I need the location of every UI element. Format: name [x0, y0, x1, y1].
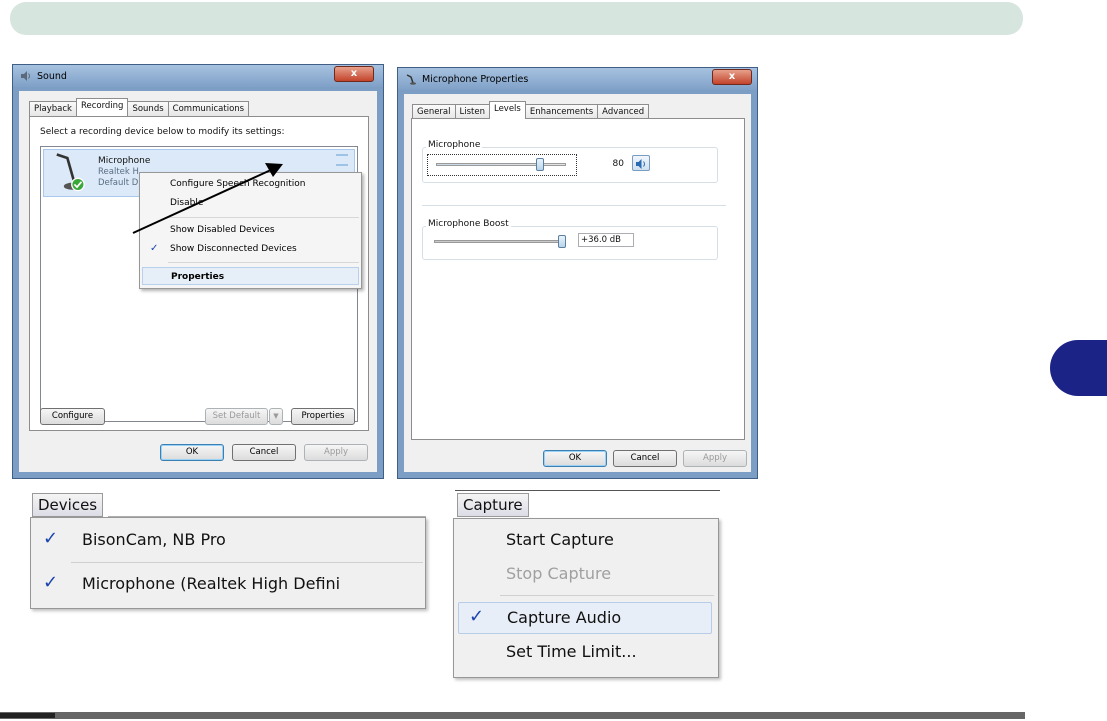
level-meter [336, 154, 348, 166]
menu-item-bisoncam-label: BisonCam, NB Pro [82, 530, 226, 549]
menu-separator [168, 262, 359, 263]
properties-button[interactable]: Properties [291, 408, 355, 425]
menu-item-microphone[interactable]: ✓ Microphone (Realtek High Defini [33, 566, 423, 602]
menu-item-stop-capture: Stop Capture [506, 564, 612, 583]
check-icon: ✓ [43, 572, 59, 593]
capture-menu-label[interactable]: Capture [457, 493, 529, 517]
boost-value: +36.0 dB [578, 233, 634, 247]
ok-button[interactable]: OK [160, 444, 224, 461]
footer-rule [0, 712, 1025, 719]
speaker-icon [636, 159, 645, 169]
set-default-button: Set Default [205, 408, 268, 425]
check-icon: ✓ [150, 243, 159, 254]
menu-separator [71, 562, 423, 563]
tab-enhancements[interactable]: Enhancements [524, 104, 599, 119]
apply-button: Apply [304, 444, 368, 461]
boost-slider-thumb[interactable] [558, 235, 566, 248]
tab-general[interactable]: General [412, 104, 456, 119]
capture-menu: Start Capture Stop Capture ✓ Capture Aud… [453, 518, 719, 678]
footer-rule-accent [0, 713, 55, 718]
close-button[interactable]: x [712, 69, 752, 85]
microphone-icon [406, 74, 416, 85]
instruction-text: Select a recording device below to modif… [40, 127, 285, 137]
mute-toggle[interactable] [632, 155, 650, 171]
microphone-slider-thumb[interactable] [536, 158, 544, 171]
menu-item-capture-audio[interactable]: ✓ Capture Audio [458, 602, 712, 634]
ok-button[interactable]: OK [543, 450, 607, 467]
menu-item-start-capture[interactable]: Start Capture [506, 524, 614, 556]
microphone-icon [56, 153, 85, 192]
menu-item-bisoncam[interactable]: ✓ BisonCam, NB Pro [33, 522, 423, 558]
menu-item-set-time-limit[interactable]: Set Time Limit... [506, 636, 637, 668]
tab-playback[interactable]: Playback [29, 101, 77, 116]
menu-item-capture-audio-label: Capture Audio [507, 608, 622, 627]
microphone-slider[interactable] [427, 154, 577, 176]
boost-slider-track [434, 240, 562, 243]
sound-titlebar[interactable] [13, 65, 383, 87]
mic-client: General Listen Levels Enhancements Advan… [404, 94, 751, 472]
microphone-slider-track [436, 163, 566, 166]
menu-item-show-disconnected-label: Show Disconnected Devices [170, 244, 297, 254]
sound-title: Sound [37, 71, 67, 82]
devices-menu-label[interactable]: Devices [32, 493, 104, 517]
microphone-label: Microphone [426, 140, 483, 150]
divider [422, 205, 726, 206]
check-icon: ✓ [43, 528, 59, 549]
tab-sounds[interactable]: Sounds [127, 101, 169, 116]
chapter-tab [1050, 340, 1107, 396]
tab-communications[interactable]: Communications [167, 101, 250, 116]
apply-button: Apply [683, 450, 747, 467]
speaker-icon [21, 71, 30, 81]
cancel-button[interactable]: Cancel [613, 450, 677, 467]
boost-slider[interactable] [434, 233, 574, 251]
boost-label: Microphone Boost [426, 219, 511, 229]
menu-separator [500, 595, 714, 596]
mic-tabs: General Listen Levels Enhancements Advan… [412, 101, 650, 119]
menu-bar-line [455, 490, 720, 491]
microphone-value: 80 [612, 159, 624, 169]
header-bar [10, 2, 1023, 35]
menu-item-microphone-label: Microphone (Realtek High Defini [82, 574, 341, 593]
check-icon: ✓ [469, 606, 485, 627]
mic-properties-dialog: Microphone Properties x General Listen L… [397, 67, 758, 479]
cancel-button[interactable]: Cancel [232, 444, 296, 461]
tab-advanced[interactable]: Advanced [597, 104, 650, 119]
tab-recording[interactable]: Recording [75, 98, 129, 116]
mic-title: Microphone Properties [422, 74, 529, 85]
chevron-down-icon: ▼ [273, 412, 279, 420]
tab-listen[interactable]: Listen [454, 104, 490, 119]
levels-panel: Microphone 80 Microphone Boost +36.0 dB [411, 118, 745, 440]
tab-levels[interactable]: Levels [488, 101, 526, 119]
configure-button[interactable]: Configure [40, 408, 105, 425]
sound-tabs: Playback Recording Sounds Communications [29, 98, 250, 116]
devices-menu: ✓ BisonCam, NB Pro ✓ Microphone (Realtek… [30, 517, 426, 609]
menu-item-show-disconnected[interactable]: ✓ Show Disconnected Devices [142, 240, 359, 258]
annotation-arrow [132, 163, 283, 234]
menu-item-properties[interactable]: Properties [142, 267, 359, 285]
set-default-dropdown: ▼ [269, 408, 283, 425]
close-button[interactable]: x [334, 66, 374, 82]
